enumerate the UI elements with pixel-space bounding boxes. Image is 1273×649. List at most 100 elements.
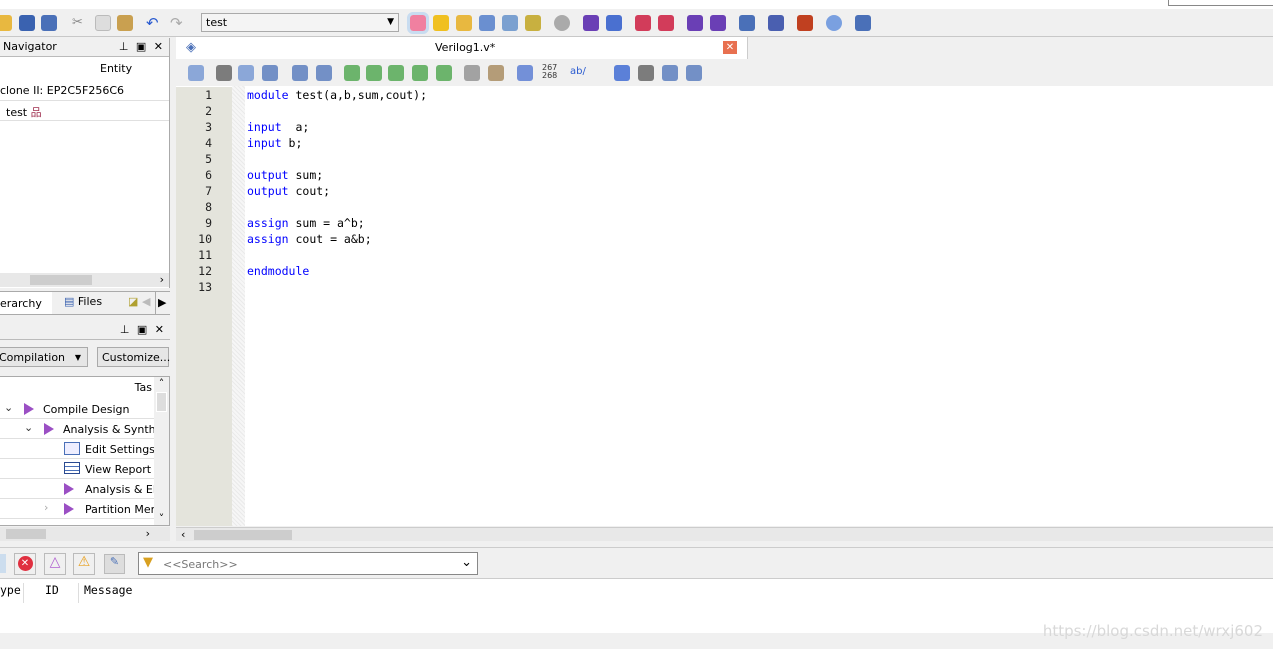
chip-planner-icon[interactable]: [479, 15, 495, 31]
code-text[interactable]: module test(a,b,sum,cout); input a; input …: [247, 87, 427, 295]
panel-controls[interactable]: ⊥ ▣ ✕: [120, 323, 166, 336]
stop-icon[interactable]: [554, 15, 570, 31]
chip-editor-icon[interactable]: [768, 15, 784, 31]
design-units-tab-icon[interactable]: ◪: [128, 295, 138, 308]
design-partition-icon[interactable]: [502, 15, 518, 31]
pin-planner-icon[interactable]: [407, 12, 429, 34]
flow-select[interactable]: Compilation ▼: [0, 347, 88, 367]
find-icon[interactable]: [216, 65, 232, 81]
chevron-right-icon[interactable]: ›: [160, 273, 164, 286]
device-row[interactable]: clone II: EP2C5F256C6: [0, 81, 169, 101]
start-compilation-icon[interactable]: [583, 15, 599, 31]
chevron-down-icon[interactable]: ⌄: [4, 401, 13, 414]
undo-icon[interactable]: ↶: [146, 14, 162, 32]
clear-bookmarks-icon[interactable]: [436, 65, 452, 81]
indent-icon[interactable]: [292, 65, 308, 81]
simulation-icon[interactable]: [687, 15, 703, 31]
warning-filter-button[interactable]: ⚠: [73, 553, 95, 575]
task-item[interactable]: Analysis & Elal: [0, 479, 169, 499]
task-item[interactable]: ⌄ Analysis & Synthes: [0, 419, 169, 439]
attach-icon[interactable]: [464, 65, 480, 81]
task-item[interactable]: › Partition Merg: [0, 499, 169, 519]
revision-combo[interactable]: test ▼: [201, 13, 399, 32]
entity-column-header[interactable]: Entity: [0, 57, 169, 81]
tasks-hscrollbar[interactable]: ›: [0, 527, 170, 541]
spell-check-icon[interactable]: [517, 65, 533, 81]
code-line[interactable]: [247, 279, 427, 295]
all-messages-button[interactable]: [0, 554, 6, 573]
task-item[interactable]: View Report: [0, 459, 169, 479]
chevron-down-icon[interactable]: ⌄: [461, 555, 472, 570]
code-editor[interactable]: 1 2 3 4 5 6 7 8 9 10 11 12 13 module test(a,b,sum,co…: [176, 86, 1273, 526]
editor-hscrollbar[interactable]: ‹: [176, 527, 1273, 541]
cut-icon[interactable]: ✂: [72, 15, 84, 31]
tab-scroll-right-icon[interactable]: ▶: [155, 292, 170, 314]
task-item[interactable]: ⌄ Compile Design: [0, 399, 169, 419]
timing-analyzer-icon[interactable]: [635, 15, 651, 31]
timequest-icon[interactable]: [658, 15, 674, 31]
code-line[interactable]: [247, 151, 427, 167]
site-search-input[interactable]: [1168, 0, 1273, 6]
analysis-synthesis-icon[interactable]: [606, 15, 622, 31]
code-line[interactable]: assign cout = a&b;: [247, 231, 427, 247]
help-icon[interactable]: [826, 15, 842, 31]
assignment-editor-icon[interactable]: [433, 15, 449, 31]
tasks-vscrollbar[interactable]: ˄ ˅: [154, 377, 169, 525]
code-line[interactable]: [247, 103, 427, 119]
navigator-hscrollbar[interactable]: ›: [0, 273, 169, 287]
code-line[interactable]: [247, 247, 427, 263]
view-mode-icon[interactable]: [686, 65, 702, 81]
code-line[interactable]: output cout;: [247, 183, 427, 199]
save-all-icon[interactable]: [41, 15, 57, 31]
logic-lock-icon[interactable]: [525, 15, 541, 31]
expand-icon[interactable]: [662, 65, 678, 81]
code-line[interactable]: input a;: [247, 119, 427, 135]
prev-bookmark-icon[interactable]: [388, 65, 404, 81]
go-to-icon[interactable]: [262, 65, 278, 81]
column-message[interactable]: Message: [84, 583, 132, 597]
customize-button[interactable]: Customize...: [97, 347, 170, 367]
redo-icon[interactable]: ↷: [170, 14, 186, 32]
tab-files[interactable]: ▤ Files: [64, 295, 102, 308]
critical-warning-filter-button[interactable]: △: [44, 553, 66, 575]
simulation-functional-icon[interactable]: [710, 15, 726, 31]
script-icon[interactable]: [488, 65, 504, 81]
insert-template-icon[interactable]: [188, 65, 204, 81]
remove-bookmark-icon[interactable]: [412, 65, 428, 81]
error-filter-button[interactable]: ✕: [14, 553, 36, 575]
suppressed-filter-button[interactable]: ✎: [104, 554, 125, 574]
code-line[interactable]: endmodule: [247, 263, 427, 279]
code-line[interactable]: input b;: [247, 135, 427, 151]
tab-scroll-left-icon[interactable]: ◀: [142, 295, 150, 308]
close-tab-icon[interactable]: ✕: [723, 41, 737, 54]
collapse-icon[interactable]: [638, 65, 654, 81]
code-line[interactable]: module test(a,b,sum,cout);: [247, 87, 427, 103]
code-line[interactable]: assign sum = a^b;: [247, 215, 427, 231]
find-replace-icon[interactable]: [238, 65, 254, 81]
save-icon[interactable]: [19, 15, 35, 31]
task-item[interactable]: Edit Settings: [0, 439, 169, 459]
next-bookmark-icon[interactable]: [366, 65, 382, 81]
netlist-viewer-icon[interactable]: [797, 15, 813, 31]
feedback-icon[interactable]: [855, 15, 871, 31]
line-counter[interactable]: 267 268: [542, 64, 557, 80]
unindent-icon[interactable]: [316, 65, 332, 81]
panel-controls[interactable]: ⊥ ▣ ✕: [119, 40, 165, 53]
code-line[interactable]: output sum;: [247, 167, 427, 183]
chevron-left-icon[interactable]: ‹: [181, 528, 185, 541]
pin-icon[interactable]: [456, 15, 472, 31]
message-search-input[interactable]: ▼ <<Search>> ⌄: [138, 552, 478, 575]
editor-tab[interactable]: ◈ Verilog1.v* ✕: [176, 37, 748, 59]
programmer-icon[interactable]: [739, 15, 755, 31]
open-icon[interactable]: [0, 15, 12, 31]
column-type[interactable]: ype: [0, 583, 24, 603]
word-wrap-button[interactable]: ab/: [570, 66, 586, 77]
chevron-right-icon[interactable]: ›: [44, 501, 48, 514]
go-to-line-icon[interactable]: [614, 65, 630, 81]
entity-row-test[interactable]: test 品: [0, 101, 169, 121]
column-id[interactable]: ID: [45, 583, 79, 603]
code-line[interactable]: [247, 199, 427, 215]
chevron-down-icon[interactable]: ⌄: [24, 421, 33, 434]
paste-icon[interactable]: [117, 15, 133, 31]
bookmark-icon[interactable]: [344, 65, 360, 81]
